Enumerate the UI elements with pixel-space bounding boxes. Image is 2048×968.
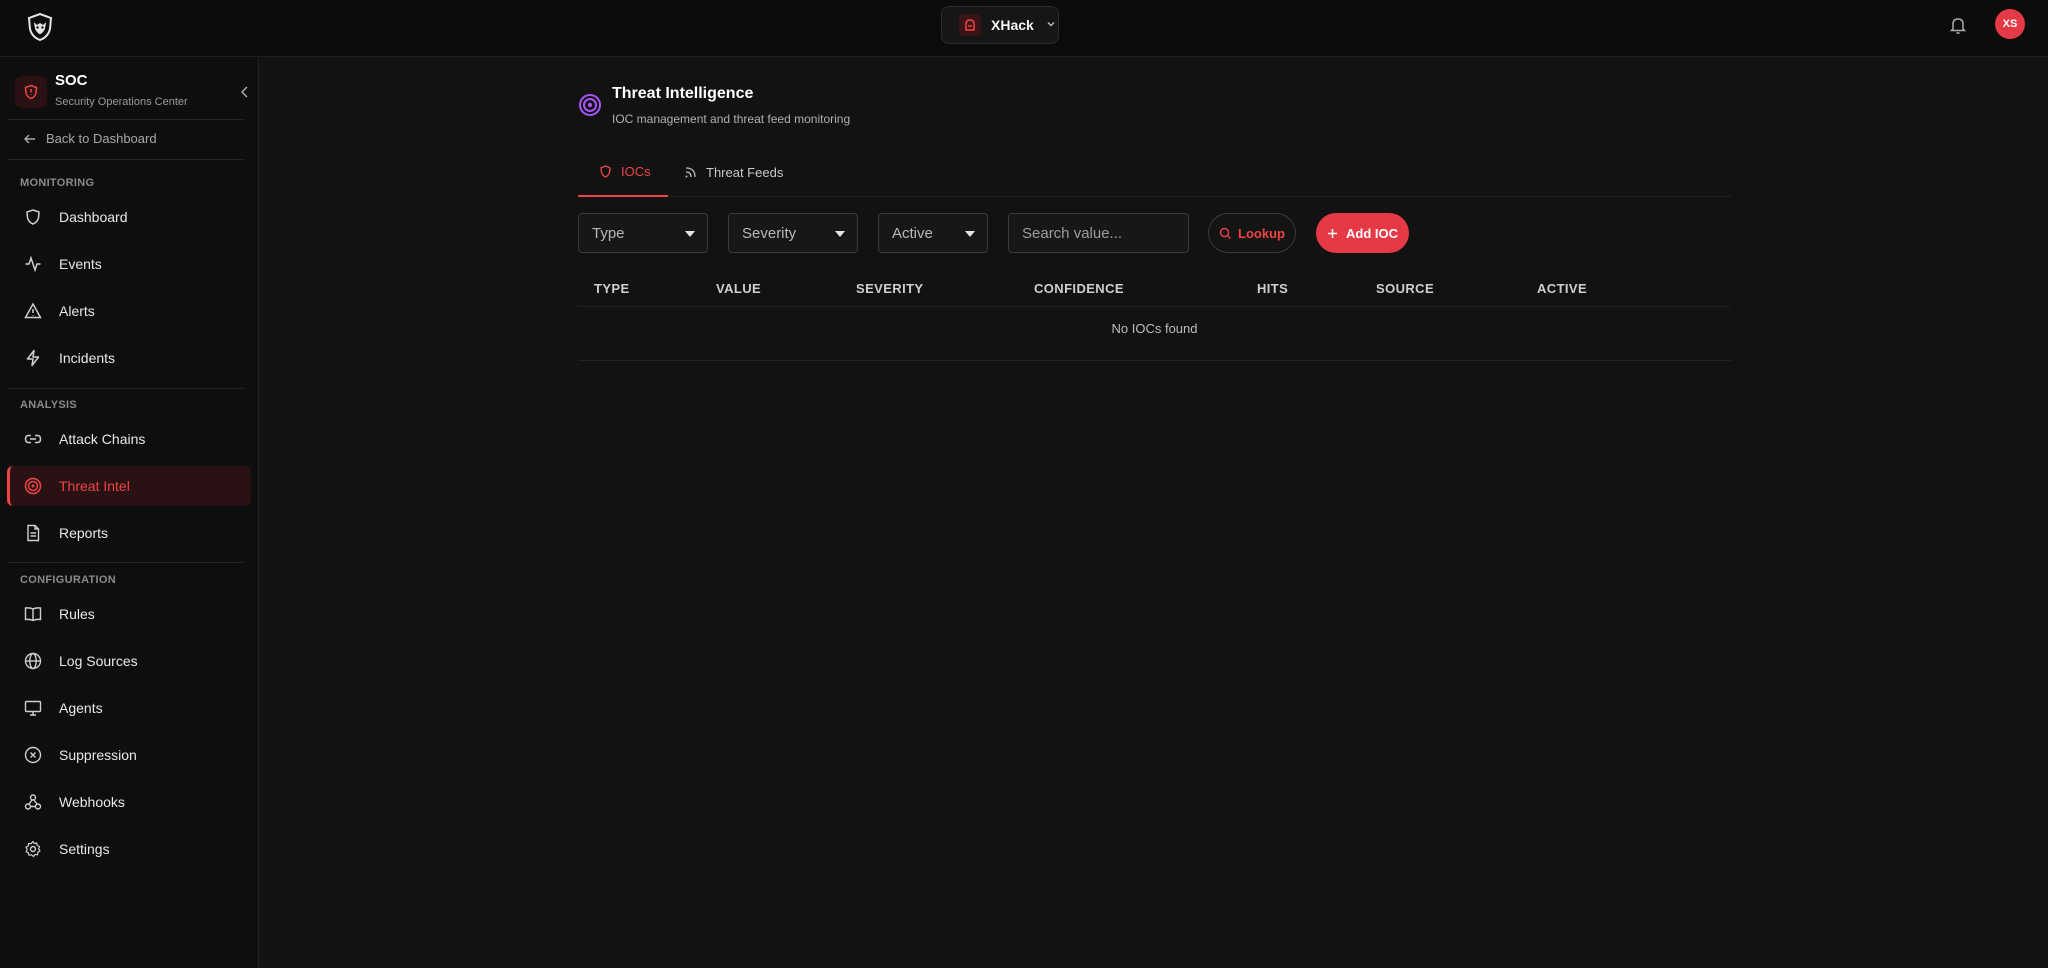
divider	[7, 388, 243, 389]
shield-icon	[26, 209, 40, 225]
circle-x-icon	[24, 746, 42, 764]
caret-down-icon	[835, 231, 845, 237]
sidebar-item-label: Reports	[59, 525, 109, 541]
document-icon	[27, 524, 40, 542]
plus-icon	[1328, 228, 1337, 238]
sidebar-item-reports[interactable]: Reports	[7, 513, 251, 553]
notification-bell-icon[interactable]	[1947, 14, 1969, 36]
sidebar-title: SOC	[55, 72, 88, 89]
column-header-hits[interactable]: HITS	[1257, 281, 1288, 296]
lookup-label: Lookup	[1238, 225, 1285, 241]
sidebar-item-label: Incidents	[59, 350, 116, 366]
webhook-icon	[24, 794, 42, 810]
divider	[7, 562, 243, 563]
add-ioc-label: Add IOC	[1346, 225, 1398, 241]
sidebar-item-agents[interactable]: Agents	[7, 688, 251, 728]
empty-state-message: No IOCs found	[578, 307, 1731, 361]
sidebar-item-rules[interactable]: Rules	[7, 594, 251, 634]
section-analysis: ANALYSIS	[20, 399, 78, 411]
section-monitoring: MONITORING	[20, 177, 95, 189]
column-header-confidence[interactable]: CONFIDENCE	[1034, 281, 1124, 296]
workspace-name: XHack	[991, 17, 1034, 33]
sidebar-item-label: Suppression	[59, 747, 137, 763]
app-logo-icon[interactable]	[24, 11, 56, 43]
select-value: Severity	[742, 224, 797, 242]
tab-label: IOCs	[621, 164, 651, 179]
tab-label: Threat Feeds	[706, 165, 784, 180]
workspace-icon	[959, 14, 981, 36]
column-header-value[interactable]: VALUE	[716, 281, 761, 296]
sidebar-item-log-sources[interactable]: Log Sources	[7, 641, 251, 681]
sidebar-item-attack-chains[interactable]: Attack Chains	[7, 419, 251, 459]
sidebar-item-threat-intel[interactable]: Threat Intel	[7, 466, 251, 506]
soc-shield-icon	[15, 76, 47, 108]
shield-icon	[600, 165, 611, 178]
page-title: Threat Intelligence	[612, 85, 754, 102]
search-input[interactable]	[1008, 213, 1189, 253]
globe-icon	[24, 652, 42, 670]
monitor-icon	[24, 700, 42, 716]
link-icon	[24, 434, 42, 444]
user-avatar[interactable]: XS	[1995, 9, 2025, 39]
sidebar-item-label: Log Sources	[59, 653, 138, 669]
back-label: Back to Dashboard	[46, 131, 157, 146]
sidebar: SOC Security Operations Center Back to D…	[0, 57, 259, 968]
sidebar-subtitle: Security Operations Center	[55, 96, 188, 108]
column-header-type[interactable]: TYPE	[594, 281, 630, 296]
target-icon	[578, 93, 602, 117]
sidebar-item-settings[interactable]: Settings	[7, 829, 251, 869]
lookup-button[interactable]: Lookup	[1208, 213, 1296, 253]
table-header: TYPE VALUE SEVERITY CONFIDENCE HITS SOUR…	[578, 272, 1731, 307]
sidebar-item-label: Settings	[59, 841, 110, 857]
top-bar: XHack XS	[0, 0, 2048, 57]
ioc-table: TYPE VALUE SEVERITY CONFIDENCE HITS SOUR…	[578, 272, 1731, 361]
gear-icon	[25, 840, 41, 858]
back-to-dashboard-link[interactable]: Back to Dashboard	[23, 131, 157, 146]
book-icon	[24, 607, 42, 622]
activity-icon	[25, 255, 41, 273]
select-value: Type	[592, 224, 625, 242]
sidebar-item-suppression[interactable]: Suppression	[7, 735, 251, 775]
sidebar-item-incidents[interactable]: Incidents	[7, 338, 251, 378]
sidebar-item-webhooks[interactable]: Webhooks	[7, 782, 251, 822]
arrow-left-icon	[24, 134, 35, 143]
chevron-down-icon	[1046, 16, 1056, 34]
warning-triangle-icon	[24, 302, 42, 319]
sidebar-item-label: Alerts	[59, 303, 95, 319]
type-filter-select[interactable]: Type	[578, 213, 708, 253]
sidebar-item-label: Dashboard	[59, 209, 128, 225]
sidebar-header: SOC Security Operations Center	[15, 65, 248, 109]
sidebar-item-label: Events	[59, 256, 102, 272]
column-header-source[interactable]: SOURCE	[1376, 281, 1434, 296]
tab-threat-feeds[interactable]: Threat Feeds	[684, 148, 783, 197]
sidebar-item-label: Webhooks	[59, 794, 125, 810]
sidebar-item-label: Agents	[59, 700, 103, 716]
active-filter-select[interactable]: Active	[878, 213, 988, 253]
select-value: Active	[892, 224, 933, 242]
sidebar-item-events[interactable]: Events	[7, 244, 251, 284]
caret-down-icon	[685, 231, 695, 237]
target-icon	[24, 477, 42, 495]
column-header-active[interactable]: ACTIVE	[1537, 281, 1587, 296]
add-ioc-button[interactable]: Add IOC	[1316, 213, 1409, 253]
divider	[7, 159, 243, 160]
tab-bar: IOCs Threat Feeds	[578, 148, 1731, 197]
sidebar-item-dashboard[interactable]: Dashboard	[7, 197, 251, 237]
sidebar-item-label: Attack Chains	[59, 431, 146, 447]
workspace-switcher[interactable]: XHack	[941, 6, 1059, 44]
rss-icon	[685, 167, 696, 178]
severity-filter-select[interactable]: Severity	[728, 213, 858, 253]
tab-iocs[interactable]: IOCs	[578, 148, 668, 197]
collapse-sidebar-icon[interactable]	[237, 84, 253, 100]
search-icon	[1219, 227, 1232, 239]
divider	[7, 119, 243, 120]
lightning-icon	[26, 349, 40, 367]
page-subtitle: IOC management and threat feed monitorin…	[612, 112, 851, 126]
sidebar-item-label: Threat Intel	[59, 478, 130, 494]
section-configuration: CONFIGURATION	[20, 574, 116, 586]
sidebar-item-label: Rules	[59, 606, 95, 622]
caret-down-icon	[965, 231, 975, 237]
sidebar-item-alerts[interactable]: Alerts	[7, 291, 251, 331]
column-header-severity[interactable]: SEVERITY	[856, 281, 924, 296]
